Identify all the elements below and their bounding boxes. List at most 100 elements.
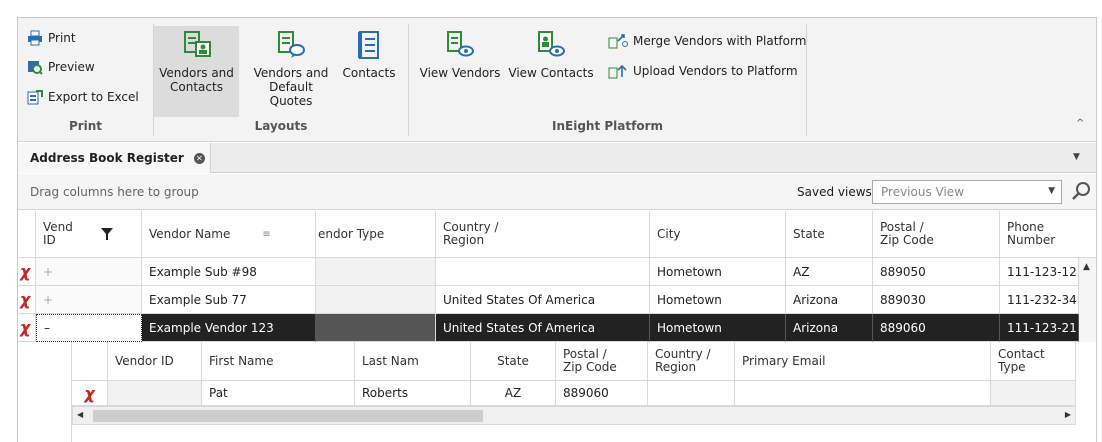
cell-value: 889060 xyxy=(563,386,609,400)
collapse-button[interactable]: – xyxy=(36,314,142,342)
print-button[interactable]: Print xyxy=(27,30,76,46)
col-header-vendor-name[interactable]: Vendor Name ≡ xyxy=(142,211,316,258)
col-header-phone[interactable]: Phone Number xyxy=(1000,211,1096,258)
cell-vendor-name[interactable]: Example Sub 77 xyxy=(142,286,316,314)
scroll-thumb[interactable] xyxy=(93,410,483,422)
cell-state[interactable]: Arizona xyxy=(786,286,873,314)
vendors-and-contacts-button[interactable]: Vendors and Contacts xyxy=(154,26,239,117)
vendors-and-contacts-label: Vendors and Contacts xyxy=(159,66,234,94)
cell-phone[interactable]: 111-123-21: xyxy=(1000,314,1079,342)
contacts-button[interactable]: Contacts xyxy=(338,30,400,80)
chevron-down-icon: ▼ xyxy=(1048,186,1055,196)
cell-state[interactable]: Arizona xyxy=(786,314,873,342)
delete-icon[interactable]: χ xyxy=(18,258,36,286)
detail-col-country[interactable]: Country / Region xyxy=(648,342,735,381)
view-contacts-button[interactable]: View Contacts xyxy=(506,30,596,80)
delete-icon[interactable]: χ xyxy=(18,314,36,342)
cell-vendor-name[interactable]: Example Sub #98 xyxy=(142,258,316,286)
upload-vendors-button[interactable]: Upload Vendors to Platform xyxy=(608,63,798,79)
detail-col-first-name[interactable]: First Name xyxy=(202,342,355,381)
cell-phone[interactable]: 111-232-34: xyxy=(1000,286,1079,314)
detail-cell-vendor-id[interactable] xyxy=(108,381,202,406)
preview-icon xyxy=(28,61,43,75)
cell-value: 889030 xyxy=(880,292,926,307)
export-excel-button[interactable]: Export to Excel xyxy=(27,89,139,105)
col-header-label: State xyxy=(497,353,529,368)
detail-col-postal[interactable]: Postal / Zip Code xyxy=(556,342,648,381)
view-vendors-icon xyxy=(447,31,474,57)
contacts-label: Contacts xyxy=(342,66,396,80)
detail-cell-state[interactable]: AZ xyxy=(471,381,556,406)
expand-button[interactable]: + xyxy=(36,286,142,314)
detail-cell-postal[interactable]: 889060 xyxy=(556,381,648,406)
preview-button[interactable]: Preview xyxy=(27,59,95,75)
detail-col-email[interactable]: Primary Email xyxy=(735,342,991,381)
chevron-right-icon[interactable]: ▶ xyxy=(1065,410,1071,419)
expand-label: – xyxy=(44,321,50,335)
horizontal-scrollbar[interactable]: ◀ ▶ xyxy=(72,406,1076,425)
col-header-city[interactable]: City xyxy=(650,211,786,258)
col-header-country[interactable]: Country / Region xyxy=(436,211,650,258)
col-header-label: City xyxy=(657,226,681,241)
expand-button[interactable]: + xyxy=(36,258,142,286)
col-header-label: Vendor ID xyxy=(43,220,72,247)
col-header-vendor-id[interactable]: Vendor ID xyxy=(36,211,72,258)
indicator-header xyxy=(18,211,36,258)
chevron-up-icon[interactable]: ▲ xyxy=(1083,262,1090,272)
detail-cell-country[interactable] xyxy=(648,381,735,406)
cell-country[interactable]: United States Of America xyxy=(436,314,650,342)
saved-views-select[interactable]: Previous View ▼ xyxy=(872,180,1062,204)
view-vendors-button[interactable]: View Vendors xyxy=(416,30,504,80)
cell-city[interactable]: Hometown xyxy=(650,286,786,314)
cell-vendor-type[interactable] xyxy=(316,314,436,342)
print-label: Print xyxy=(48,31,76,45)
delete-icon[interactable]: χ xyxy=(18,286,36,314)
upload-label: Upload Vendors to Platform xyxy=(633,64,798,78)
merge-vendors-button[interactable]: Merge Vendors with Platform xyxy=(608,33,806,49)
search-icon[interactable] xyxy=(1070,180,1092,202)
excel-export-icon xyxy=(27,90,43,105)
close-icon[interactable]: ✕ xyxy=(193,152,205,164)
chevron-down-icon[interactable]: ▼ xyxy=(1073,152,1080,162)
col-header-label: Primary Email xyxy=(742,353,826,368)
detail-col-state[interactable]: State xyxy=(471,342,556,381)
detail-cell-contact-type[interactable] xyxy=(991,381,1076,406)
document-tabstrip: Address Book Register ✕ ▼ xyxy=(18,143,1096,173)
cell-value: 889050 xyxy=(880,264,926,279)
platform-group-label: InEight Platform xyxy=(552,119,663,133)
detail-col-vendor-id[interactable]: Vendor ID xyxy=(108,342,202,381)
cell-vendor-type[interactable] xyxy=(316,258,436,286)
cell-postal[interactable]: 889060 xyxy=(873,314,1000,342)
detail-col-last-name[interactable]: Last Nam xyxy=(355,342,471,381)
cell-vendor-type[interactable] xyxy=(316,286,436,314)
cell-state[interactable]: AZ xyxy=(786,258,873,286)
cell-country[interactable] xyxy=(436,258,650,286)
cell-value: Hometown xyxy=(657,264,722,279)
vendor-card-icon xyxy=(183,31,211,57)
delete-icon[interactable]: χ xyxy=(72,381,108,406)
cell-value: Hometown xyxy=(657,320,722,335)
tab-label: Address Book Register xyxy=(30,151,184,165)
cell-country[interactable]: United States Of America xyxy=(436,286,650,314)
cell-vendor-name[interactable]: Example Vendor 123 xyxy=(142,314,316,342)
cell-phone[interactable]: 111-123-12: xyxy=(1000,258,1079,286)
tab-address-book-register[interactable]: Address Book Register ✕ xyxy=(18,143,211,173)
col-header-postal[interactable]: Postal / Zip Code xyxy=(873,211,1000,258)
cell-postal[interactable]: 889030 xyxy=(873,286,1000,314)
chevron-left-icon[interactable]: ◀ xyxy=(77,410,83,419)
detail-cell-email[interactable] xyxy=(735,381,991,406)
col-header-vendor-type[interactable]: endor Type xyxy=(316,211,436,258)
vendors-and-default-quotes-button[interactable]: Vendors and Default Quotes xyxy=(246,30,336,108)
filter-icon[interactable] xyxy=(72,211,142,258)
group-by-bar[interactable]: Drag columns here to group Saved views: … xyxy=(18,174,1096,210)
cell-city[interactable]: Hometown xyxy=(650,314,786,342)
ribbon-separator xyxy=(806,24,807,136)
detail-cell-first-name[interactable]: Pat xyxy=(202,381,355,406)
detail-cell-last-name[interactable]: Roberts xyxy=(355,381,471,406)
collapse-ribbon-icon[interactable]: ^ xyxy=(1076,118,1084,129)
cell-city[interactable]: Hometown xyxy=(650,258,786,286)
vertical-scrollbar[interactable]: ▲ xyxy=(1079,258,1096,342)
cell-postal[interactable]: 889050 xyxy=(873,258,1000,286)
detail-col-contact-type[interactable]: Contact Type xyxy=(991,342,1076,381)
col-header-state[interactable]: State xyxy=(786,211,873,258)
